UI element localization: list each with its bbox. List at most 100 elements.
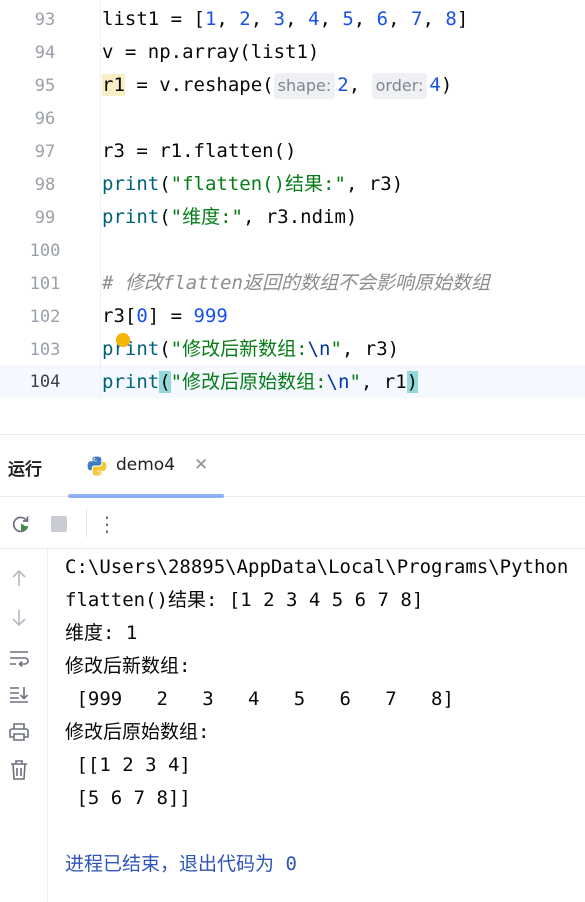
more-icon[interactable]: ⋮ bbox=[96, 512, 118, 536]
code-line-104[interactable]: print("修改后原始数组:\n", r1) bbox=[102, 366, 419, 399]
arrow-up-graphic bbox=[12, 569, 26, 586]
code-text: list1 = [ bbox=[102, 8, 205, 30]
python-icon bbox=[87, 456, 107, 476]
line-number: 103 bbox=[29, 340, 61, 360]
line-number: 101 bbox=[29, 274, 61, 294]
tab-demo4[interactable]: demo4 ✕ bbox=[68, 435, 224, 498]
string-literal: "flatten()结果:" bbox=[170, 173, 346, 195]
console-line: [[1 2 3 4] bbox=[65, 754, 191, 776]
code-text: ( bbox=[159, 206, 171, 228]
console-line: 修改后新数组: bbox=[65, 655, 191, 677]
arrow-down-graphic bbox=[12, 610, 26, 627]
rerun-icon[interactable] bbox=[10, 513, 32, 535]
gutter-divider bbox=[100, 0, 101, 400]
escape-sequence: \n bbox=[307, 338, 331, 360]
string-literal: "修改后原始数组: bbox=[170, 371, 327, 393]
code-text: r3[ bbox=[102, 305, 137, 327]
code-text: , r1 bbox=[360, 371, 407, 393]
line-number: 102 bbox=[29, 307, 61, 327]
matched-brace: ( bbox=[159, 371, 171, 393]
builtin-function: print bbox=[102, 206, 160, 228]
code-text: , bbox=[348, 74, 372, 96]
arrow-down-icon[interactable] bbox=[8, 607, 30, 629]
line-number-current: 104 bbox=[29, 372, 61, 392]
code-line-103[interactable]: print("修改后新数组:\n", r3) bbox=[102, 333, 399, 366]
arrow-up-icon[interactable] bbox=[8, 567, 30, 589]
trash-icon[interactable] bbox=[8, 759, 30, 781]
tool-window-header: 运行 demo4 ✕ bbox=[0, 435, 585, 498]
line-number: 98 bbox=[34, 175, 56, 195]
line-number: 99 bbox=[34, 208, 56, 228]
code-line-99[interactable]: print("维度:", r3.ndim) bbox=[102, 201, 357, 234]
code-line-94[interactable]: v = np.array(list1) bbox=[102, 36, 319, 69]
code-line-93[interactable]: list1 = [1, 2, 3, 4, 5, 6, 7, 8] bbox=[102, 3, 468, 36]
number-literal: 999 bbox=[193, 305, 228, 327]
code-text: , bbox=[216, 8, 240, 30]
console-line: 维度: 1 bbox=[65, 622, 138, 644]
code-editor[interactable]: 93 94 95 96 97 98 99 100 101 102 103 104… bbox=[0, 0, 585, 400]
number-literal: 2 bbox=[239, 8, 251, 30]
variable-highlight: r1 bbox=[102, 74, 125, 96]
run-tool-window: 运行 demo4 ✕ ⋮ C:\Users\28895\AppData\Loca… bbox=[0, 434, 585, 902]
console-output[interactable]: C:\Users\28895\AppData\Local\Programs\Py… bbox=[65, 549, 585, 902]
parameter-hint: shape: bbox=[273, 73, 336, 99]
scroll-to-end-icon[interactable] bbox=[8, 683, 30, 705]
code-text: ] = bbox=[147, 305, 194, 327]
number-literal: 0 bbox=[136, 305, 148, 327]
code-line-98[interactable]: print("flatten()结果:", r3) bbox=[102, 168, 403, 201]
line-number: 95 bbox=[34, 76, 56, 96]
string-literal: " bbox=[330, 338, 342, 360]
parameter-hint: order: bbox=[371, 73, 428, 99]
stop-icon-graphic bbox=[51, 516, 67, 532]
stop-icon[interactable] bbox=[48, 513, 70, 535]
code-line-102[interactable]: r3[0] = 999 bbox=[102, 300, 228, 333]
console-line: 修改后原始数组: bbox=[65, 721, 210, 743]
code-text: , r3.ndim) bbox=[242, 206, 358, 228]
trash-graphic bbox=[11, 760, 27, 780]
lightbulb-icon[interactable] bbox=[116, 333, 130, 347]
number-literal: 4 bbox=[429, 74, 441, 96]
line-number: 97 bbox=[34, 142, 56, 162]
rerun-icon-graphic bbox=[12, 516, 29, 533]
code-line-97[interactable]: r3 = r1.flatten() bbox=[102, 135, 296, 168]
code-text: ( bbox=[159, 173, 171, 195]
code-text: ) bbox=[440, 74, 453, 96]
console-line: flatten()结果: [1 2 3 4 5 6 7 8] bbox=[65, 589, 424, 611]
code-line-95[interactable]: r1 = v.reshape(shape: 2, order: 4) bbox=[102, 69, 452, 102]
print-icon[interactable] bbox=[8, 721, 30, 743]
tool-window-title: 运行 bbox=[8, 460, 42, 480]
number-literal: 5 bbox=[342, 8, 354, 30]
number-literal: 4 bbox=[307, 8, 320, 30]
matched-brace: ) bbox=[406, 371, 419, 393]
process-exit-message: 进程已结束，退出代码为 0 bbox=[65, 853, 297, 875]
number-literal: 7 bbox=[411, 8, 423, 30]
print-graphic bbox=[9, 723, 29, 741]
string-literal: " bbox=[349, 371, 361, 393]
close-icon[interactable]: ✕ bbox=[194, 455, 208, 475]
soft-wrap-graphic bbox=[10, 651, 29, 668]
builtin-function: print bbox=[102, 338, 160, 360]
console-side-toolbar bbox=[0, 549, 48, 902]
soft-wrap-icon[interactable] bbox=[8, 647, 30, 669]
line-number: 94 bbox=[34, 43, 56, 63]
console-line: [999 2 3 4 5 6 7 8] bbox=[65, 688, 454, 710]
toolbar-separator bbox=[86, 509, 87, 537]
code-text: , r3) bbox=[345, 173, 404, 195]
number-literal: 6 bbox=[376, 8, 389, 30]
number-literal: 8 bbox=[445, 8, 457, 30]
number-literal: 3 bbox=[273, 8, 286, 30]
code-comment-101[interactable]: # 修改flatten返回的数组不会影响原始数组 bbox=[102, 267, 490, 300]
line-number: 93 bbox=[34, 10, 56, 30]
number-literal: 1 bbox=[204, 8, 217, 30]
console-line: [5 6 7 8]] bbox=[65, 787, 191, 809]
builtin-function: print bbox=[102, 173, 160, 195]
code-text: ( bbox=[159, 338, 171, 360]
builtin-function: print bbox=[102, 371, 160, 393]
tab-label: demo4 bbox=[116, 455, 176, 475]
console-line: C:\Users\28895\AppData\Local\Programs\Py… bbox=[65, 556, 569, 578]
line-number: 96 bbox=[34, 109, 56, 129]
string-literal: "修改后新数组: bbox=[170, 338, 308, 360]
code-text: ] bbox=[456, 8, 469, 30]
string-literal: "维度:" bbox=[170, 206, 243, 228]
number-literal: 2 bbox=[337, 74, 349, 96]
